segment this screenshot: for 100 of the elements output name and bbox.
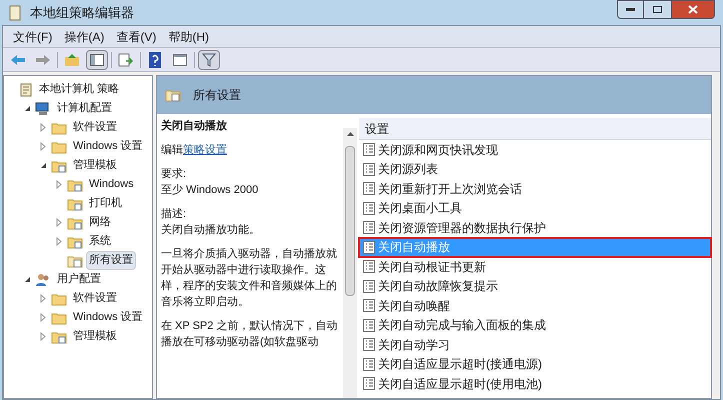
folder-icon [51, 120, 67, 134]
maximize-button[interactable] [644, 0, 671, 19]
tree-item[interactable]: 计算机配置 [54, 99, 115, 118]
window-icon [173, 54, 187, 66]
tree-item[interactable]: 打印机 [86, 194, 125, 213]
folder-up-icon [64, 52, 80, 66]
forward-arrow-icon [35, 54, 51, 66]
tree-item[interactable]: 所有设置 [86, 251, 136, 270]
scrollbar-thumb[interactable] [345, 146, 355, 296]
requirement-text: 至少 Windows 2000 [161, 183, 260, 198]
tree-item[interactable]: Windows 设置 [70, 308, 146, 327]
tree-item[interactable]: 管理模板 [70, 156, 120, 175]
back-arrow-icon [10, 54, 26, 66]
edit-label: 编辑 [161, 143, 183, 158]
setting-row[interactable]: 关闭自适应显示超时(使用电池) [359, 374, 711, 394]
expanded-arrow-icon[interactable] [24, 105, 30, 112]
document-icon [363, 318, 375, 332]
tree-item[interactable]: Windows 设置 [70, 137, 146, 156]
show-tree-button[interactable] [86, 50, 108, 70]
folder-document-icon [67, 178, 83, 192]
document-icon [363, 299, 375, 312]
folder-document-icon [51, 158, 67, 172]
folder-document-icon [67, 234, 83, 248]
computer-icon [35, 102, 51, 116]
setting-row[interactable]: 关闭自动故障恢复提示 [359, 276, 711, 296]
folder-icon [51, 140, 67, 154]
document-icon [363, 260, 375, 274]
document-icon [363, 280, 375, 293]
document-icon [363, 162, 375, 176]
menu-item[interactable]: 操作(A) [58, 28, 110, 46]
maximize-icon [653, 6, 662, 13]
tree-item[interactable]: 软件设置 [70, 118, 120, 137]
close-icon [688, 5, 698, 14]
document-icon [363, 338, 375, 352]
setting-row[interactable]: 关闭源列表 [359, 160, 711, 179]
filter-icon [202, 52, 216, 66]
setting-title: 关闭自动播放 [161, 118, 228, 134]
menu-item[interactable]: 文件(F) [7, 28, 58, 46]
collapsed-arrow-icon[interactable] [56, 180, 62, 189]
policy-settings-link[interactable]: 策略设置 [183, 142, 227, 158]
settings-list-icon [165, 88, 181, 102]
column-header[interactable]: 设置 [359, 118, 711, 140]
minimize-icon [626, 8, 635, 11]
setting-row[interactable]: 关闭自动完成与输入面板的集成 [359, 316, 711, 335]
collapsed-arrow-icon[interactable] [56, 218, 62, 227]
tree-item[interactable]: 本地计算机 策略 [36, 80, 122, 99]
folder-document-icon [67, 216, 83, 230]
description-paragraph: 一旦将介质插入驱动器，自动播放就开始从驱动器中进行读取操作。这样，程序的安装文件和音频媒体上的音乐将立即启动。 [161, 247, 338, 310]
collapsed-arrow-icon[interactable] [40, 123, 46, 132]
setting-row[interactable]: 关闭重新打开上次浏览会话 [359, 179, 711, 198]
menu-item[interactable]: 帮助(H) [162, 28, 215, 46]
document-icon [363, 182, 375, 196]
folder-document-icon [51, 330, 67, 344]
collapsed-arrow-icon[interactable] [40, 313, 46, 322]
collapsed-arrow-icon[interactable] [40, 332, 46, 341]
setting-row[interactable]: 关闭资源管理器的数据执行保护 [359, 218, 711, 238]
export-list-icon [118, 52, 134, 66]
expanded-arrow-icon[interactable] [24, 276, 30, 283]
description-label: 描述: [161, 207, 188, 222]
document-icon [363, 221, 375, 234]
tree-item[interactable]: 软件设置 [70, 289, 120, 308]
document-icon [363, 202, 375, 215]
collapsed-arrow-icon[interactable] [40, 294, 46, 303]
panel-icon [90, 54, 104, 66]
window-title: 本地组策略编辑器 [30, 4, 134, 22]
setting-row[interactable]: 关闭源和网页快讯发现 [359, 140, 711, 160]
document-icon [363, 240, 375, 254]
tree-item[interactable]: 系统 [86, 232, 114, 251]
document-icon [363, 143, 375, 156]
users-icon [35, 272, 51, 286]
filter-button[interactable] [198, 50, 220, 70]
menu-item[interactable]: 查看(V) [110, 28, 162, 46]
tree-item[interactable]: 管理模板 [70, 327, 120, 346]
tree-item[interactable]: 用户配置 [54, 270, 104, 289]
help-icon [149, 52, 161, 68]
settings-list-icon [67, 254, 83, 268]
minimize-button[interactable] [617, 0, 644, 19]
description-text: 关闭自动播放功能。 [161, 222, 261, 238]
requirement-label: 要求: [161, 167, 188, 182]
tree-item[interactable]: Windows [86, 175, 137, 194]
document-icon [363, 358, 375, 371]
document-icon [363, 377, 375, 390]
scroll-icon [19, 82, 33, 96]
description-paragraph: 在 XP SP2 之前，默认情况下，自动播放在可移动驱动器(如软盘驱动 [161, 318, 338, 350]
setting-row[interactable]: 关闭自动学习 [359, 335, 711, 354]
setting-row[interactable]: 关闭自动根证书更新 [359, 257, 711, 276]
setting-row[interactable]: 关闭桌面小工具 [359, 198, 711, 218]
collapsed-arrow-icon[interactable] [40, 142, 46, 151]
setting-row[interactable]: 关闭自动唤醒 [359, 296, 711, 316]
folder-icon [51, 292, 67, 306]
setting-row[interactable]: 关闭自适应显示超时(接通电源) [359, 354, 711, 374]
tree-item[interactable]: 网络 [86, 213, 114, 232]
close-button[interactable] [671, 0, 715, 19]
folder-icon [51, 310, 67, 324]
header-title: 所有设置 [193, 87, 241, 104]
folder-document-icon [67, 196, 83, 210]
scroll-up-icon[interactable] [346, 132, 354, 136]
scroll-icon [8, 4, 22, 20]
expanded-arrow-icon[interactable] [40, 162, 46, 169]
collapsed-arrow-icon[interactable] [56, 237, 62, 246]
